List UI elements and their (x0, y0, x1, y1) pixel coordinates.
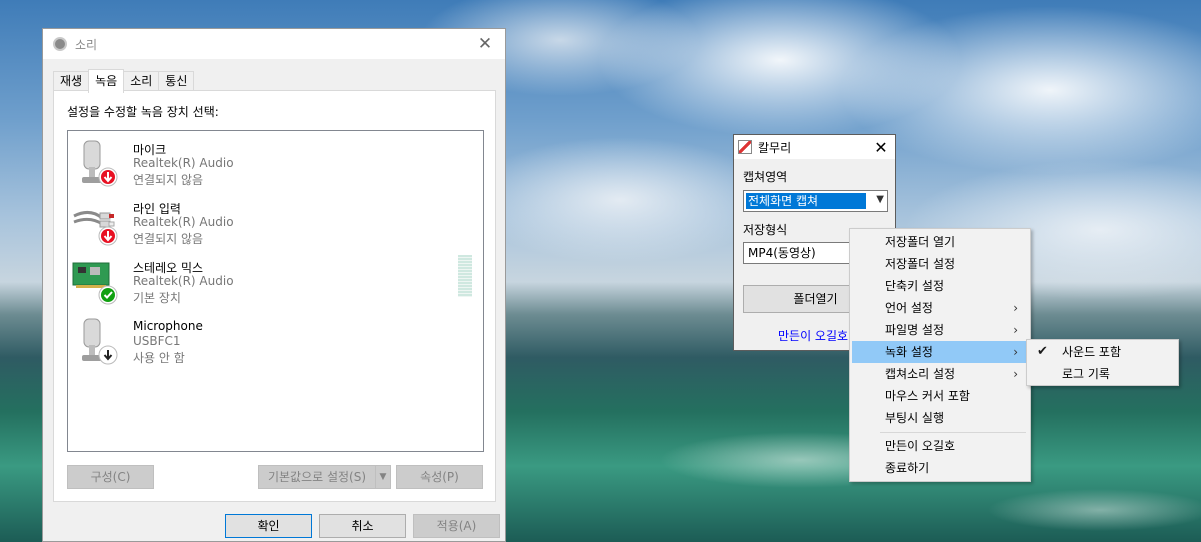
list-item[interactable]: Microphone USBFC1 사용 안 함 (72, 313, 472, 369)
chevron-down-icon: ▼ (876, 194, 884, 205)
close-icon[interactable]: ✕ (465, 29, 505, 59)
save-format-label: 저장형식 (743, 223, 788, 237)
tab-sounds[interactable]: 소리 (123, 71, 160, 91)
submenu-item-log-record[interactable]: 로그 기록 (1029, 363, 1176, 385)
device-driver: Realtek(R) Audio (133, 215, 234, 229)
tab-recording[interactable]: 녹음 (88, 69, 125, 93)
context-menu: 저장폴더 열기 저장폴더 설정 단축키 설정 언어 설정 › 파일명 설정 › 녹화… (849, 228, 1031, 482)
menu-item-label: 마우스 커서 포함 (885, 389, 970, 403)
menu-separator (880, 432, 1026, 433)
kalmuri-title: 칼무리 (758, 140, 792, 155)
menu-item-language-settings[interactable]: 언어 설정 › (852, 297, 1028, 319)
chevron-right-icon: › (1013, 367, 1018, 381)
kalmuri-titlebar[interactable]: 칼무리 ✕ (734, 135, 895, 159)
submenu-item-label: 사운드 포함 (1062, 345, 1122, 359)
submenu-item-include-sound[interactable]: ✔ 사운드 포함 (1029, 341, 1176, 363)
menu-item-include-mouse-cursor[interactable]: 마우스 커서 포함 (852, 385, 1028, 407)
recording-tab-panel: 설정을 수정할 녹음 장치 선택: 마이크 Realtek(R) Audio 연… (53, 90, 496, 502)
sound-card-icon (72, 262, 118, 305)
menu-item-author[interactable]: 만든이 오길호 (852, 435, 1028, 457)
menu-item-set-save-folder[interactable]: 저장폴더 설정 (852, 253, 1028, 275)
set-default-dropdown-icon[interactable]: ▼ (375, 465, 391, 489)
list-item[interactable]: 마이크 Realtek(R) Audio 연결되지 않음 (72, 135, 472, 191)
level-meter (458, 255, 472, 297)
recording-submenu: ✔ 사운드 포함 로그 기록 (1026, 339, 1179, 386)
menu-item-label: 저장폴더 설정 (885, 257, 956, 271)
menu-item-filename-settings[interactable]: 파일명 설정 › (852, 319, 1028, 341)
credit-link[interactable]: 만든이 오길호 (778, 327, 848, 344)
tab-communications[interactable]: 통신 (158, 71, 195, 91)
microphone-icon (82, 140, 118, 187)
menu-item-open-save-folder[interactable]: 저장폴더 열기 (852, 231, 1028, 253)
menu-item-recording-settings[interactable]: 녹화 설정 › (852, 341, 1028, 363)
chevron-right-icon: › (1013, 345, 1018, 359)
menu-item-hotkey-settings[interactable]: 단축키 설정 (852, 275, 1028, 297)
menu-item-exit[interactable]: 종료하기 (852, 457, 1028, 479)
device-list: 마이크 Realtek(R) Audio 연결되지 않음 라인 입력 Realt… (67, 130, 484, 452)
apply-button[interactable]: 적용(A) (413, 514, 500, 538)
list-item[interactable]: 라인 입력 Realtek(R) Audio 연결되지 않음 (72, 194, 472, 250)
device-name: Microphone (133, 319, 203, 333)
capture-area-select[interactable]: 전체화면 캡쳐 ▼ (743, 190, 888, 212)
configure-button[interactable]: 구성(C) (67, 465, 154, 489)
device-driver: Realtek(R) Audio (133, 274, 234, 288)
close-icon[interactable]: ✕ (867, 138, 895, 157)
device-driver: USBFC1 (133, 334, 181, 348)
checkmark-icon: ✔ (1037, 344, 1048, 359)
properties-button[interactable]: 속성(P) (396, 465, 483, 489)
capture-area-value: 전체화면 캡쳐 (746, 193, 866, 209)
panel-instruction: 설정을 수정할 녹음 장치 선택: (67, 105, 219, 119)
menu-item-label: 부팅시 실행 (885, 411, 945, 425)
menu-item-label: 녹화 설정 (885, 345, 933, 359)
speaker-icon (53, 37, 67, 51)
menu-item-label: 만든이 오길호 (885, 439, 956, 453)
menu-item-label: 캡쳐소리 설정 (885, 367, 956, 381)
tab-bar: 재생 녹음 소리 통신 (53, 69, 195, 93)
kalmuri-logo-icon (738, 140, 752, 154)
cancel-button[interactable]: 취소 (319, 514, 406, 538)
set-default-button[interactable]: 기본값으로 설정(S) (258, 465, 376, 489)
menu-item-label: 단축키 설정 (885, 279, 945, 293)
capture-area-label: 캡쳐영역 (743, 170, 788, 184)
save-format-value: MP4(동영상) (748, 246, 816, 260)
chevron-right-icon: › (1013, 323, 1018, 337)
menu-item-capture-sound-settings[interactable]: 캡쳐소리 설정 › (852, 363, 1028, 385)
sound-titlebar[interactable]: 소리 ✕ (43, 29, 505, 59)
device-status: 연결되지 않음 (133, 173, 204, 187)
ok-button[interactable]: 확인 (225, 514, 312, 538)
menu-item-label: 저장폴더 열기 (885, 235, 956, 249)
sound-dialog: 소리 ✕ 재생 녹음 소리 통신 설정을 수정할 녹음 장치 선택: 마이크 R… (42, 28, 506, 542)
device-status: 사용 안 함 (133, 351, 185, 365)
list-item[interactable]: 스테레오 믹스 Realtek(R) Audio 기본 장치 (72, 253, 472, 309)
microphone-icon (82, 318, 118, 365)
sound-dialog-title: 소리 (75, 37, 98, 52)
device-status: 기본 장치 (133, 291, 181, 305)
submenu-item-label: 로그 기록 (1062, 367, 1110, 381)
menu-item-label: 종료하기 (885, 461, 930, 475)
menu-item-label: 파일명 설정 (885, 323, 945, 337)
tab-playback[interactable]: 재생 (53, 71, 90, 91)
device-status: 연결되지 않음 (133, 232, 204, 246)
line-in-cable-icon (73, 211, 118, 246)
menu-item-label: 언어 설정 (885, 301, 933, 315)
device-driver: Realtek(R) Audio (133, 156, 234, 170)
menu-item-run-at-boot[interactable]: 부팅시 실행 (852, 407, 1028, 429)
chevron-right-icon: › (1013, 301, 1018, 315)
